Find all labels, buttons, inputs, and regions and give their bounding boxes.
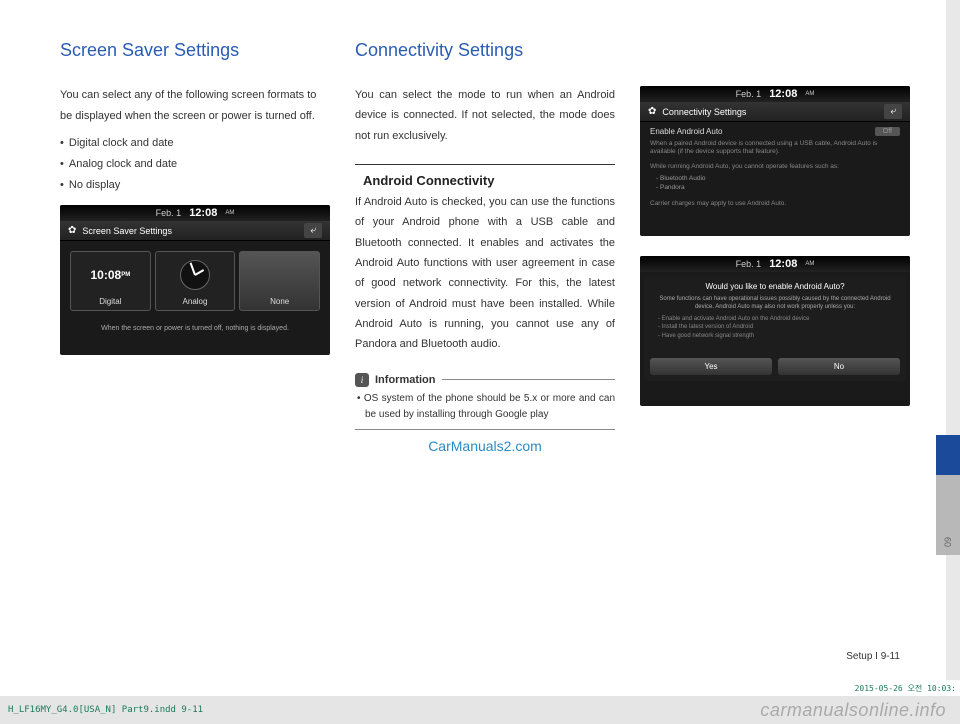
information-header: i Information xyxy=(355,373,615,387)
gear-icon: ✿ xyxy=(648,106,656,117)
status-ampm: AM xyxy=(805,261,814,267)
heading-screen-saver: Screen Saver Settings xyxy=(60,40,330,61)
dialog-tips: - Enable and activate Android Auto on th… xyxy=(650,315,900,340)
status-bar: Feb. 1 12:08 AM xyxy=(640,86,910,102)
chapter-number: 09 xyxy=(943,537,953,547)
intro-text: You can select the mode to run when an A… xyxy=(355,85,615,146)
caption-text: When the screen or power is turned off, … xyxy=(66,325,324,332)
description: Carrier charges may apply to use Android… xyxy=(644,199,906,209)
body-text: If Android Auto is checked, you can use … xyxy=(355,192,615,355)
heading-connectivity: Connectivity Settings xyxy=(355,40,615,61)
page-label: Setup I 9-11 xyxy=(846,651,900,662)
list-item: Digital clock and date xyxy=(60,133,330,154)
subheading-android: Android Connectivity xyxy=(355,173,615,192)
divider xyxy=(442,379,616,380)
column-right: Feb. 1 12:08 AM ✿ Connectivity Settings … xyxy=(640,40,910,454)
status-time: 12:08 xyxy=(769,258,797,270)
digital-preview: 10:08PM xyxy=(90,256,130,294)
dialog-buttons: Yes No xyxy=(650,358,900,375)
screen-header: ✿ Connectivity Settings ⤶ xyxy=(640,102,910,122)
toggle-off[interactable]: Off xyxy=(875,127,900,136)
status-ampm: AM xyxy=(805,91,814,97)
screenshot-connectivity-settings: Feb. 1 12:08 AM ✿ Connectivity Settings … xyxy=(640,86,910,236)
manual-page: Screen Saver Settings You can select any… xyxy=(0,0,960,474)
option-analog[interactable]: Analog xyxy=(155,251,236,311)
screenshot-screensaver: Feb. 1 12:08 AM ✿ Screen Saver Settings … xyxy=(60,205,330,355)
chapter-tab: 09 xyxy=(936,475,960,555)
dialog-modal: Would you like to enable Android Auto? S… xyxy=(644,276,906,381)
column-middle: Connectivity Settings You can select the… xyxy=(355,40,615,454)
divider xyxy=(355,429,615,430)
no-button[interactable]: No xyxy=(778,358,900,375)
status-time: 12:08 xyxy=(189,207,217,219)
screen-header: ✿ Screen Saver Settings ⤶ xyxy=(60,221,330,241)
analog-clock-icon xyxy=(180,260,210,290)
option-label: None xyxy=(270,297,289,306)
footer-bar: H_LF16MY_G4.0[USA_N] Part9.indd 9-11 car… xyxy=(0,696,960,724)
list-item: No display xyxy=(60,175,330,196)
info-text: • OS system of the phone should be 5.x o… xyxy=(355,387,615,427)
status-date: Feb. 1 xyxy=(736,89,762,99)
info-label: Information xyxy=(375,374,436,386)
description: When a paired Android device is connecte… xyxy=(644,139,906,158)
header-title: Connectivity Settings xyxy=(662,107,746,117)
analog-preview xyxy=(180,256,210,294)
setting-row[interactable]: Enable Android Auto Off xyxy=(644,124,906,139)
watermark-link: CarManuals2.com xyxy=(355,438,615,454)
indesign-filename: H_LF16MY_G4.0[USA_N] Part9.indd 9-11 xyxy=(8,705,203,715)
divider xyxy=(355,164,615,165)
option-none[interactable]: None xyxy=(239,251,320,311)
back-icon[interactable]: ⤶ xyxy=(884,104,902,119)
screen-body: Enable Android Auto Off When a paired An… xyxy=(640,122,910,236)
option-label: Analog xyxy=(183,297,208,306)
chapter-tab-active xyxy=(936,435,960,475)
yes-button[interactable]: Yes xyxy=(650,358,772,375)
screenshot-enable-dialog: Feb. 1 12:08 AM Would you like to enable… xyxy=(640,256,910,406)
side-tab-strip xyxy=(946,0,960,680)
back-icon[interactable]: ⤶ xyxy=(304,223,322,238)
site-watermark: carmanualsonline.info xyxy=(203,700,952,721)
header-title: Screen Saver Settings xyxy=(82,226,172,236)
options-row: 10:08PM Digital Analog None xyxy=(66,247,324,315)
print-timestamp: 2015-05-26 오전 10:03: xyxy=(855,683,956,694)
gear-icon: ✿ xyxy=(68,225,76,236)
dialog-question: Would you like to enable Android Auto? xyxy=(650,282,900,291)
option-label: Digital xyxy=(99,297,121,306)
status-date: Feb. 1 xyxy=(156,208,182,218)
option-digital[interactable]: 10:08PM Digital xyxy=(70,251,151,311)
status-ampm: AM xyxy=(225,210,234,216)
format-list: Digital clock and date Analog clock and … xyxy=(60,133,330,196)
list-item: Analog clock and date xyxy=(60,154,330,175)
feature-list: - Bluetooth Audio - Pandora xyxy=(644,172,906,194)
dialog-message: Some functions can have operational issu… xyxy=(650,295,900,312)
column-left: Screen Saver Settings You can select any… xyxy=(60,40,330,454)
status-time: 12:08 xyxy=(769,88,797,100)
setting-label: Enable Android Auto xyxy=(650,127,723,136)
status-bar: Feb. 1 12:08 AM xyxy=(60,205,330,221)
info-icon: i xyxy=(355,373,369,387)
intro-text: You can select any of the following scre… xyxy=(60,85,330,127)
status-bar: Feb. 1 12:08 AM xyxy=(640,256,910,272)
status-date: Feb. 1 xyxy=(736,259,762,269)
screen-body: 10:08PM Digital Analog None When the scr… xyxy=(60,241,330,355)
description: While running Android Auto, you cannot o… xyxy=(644,162,906,172)
